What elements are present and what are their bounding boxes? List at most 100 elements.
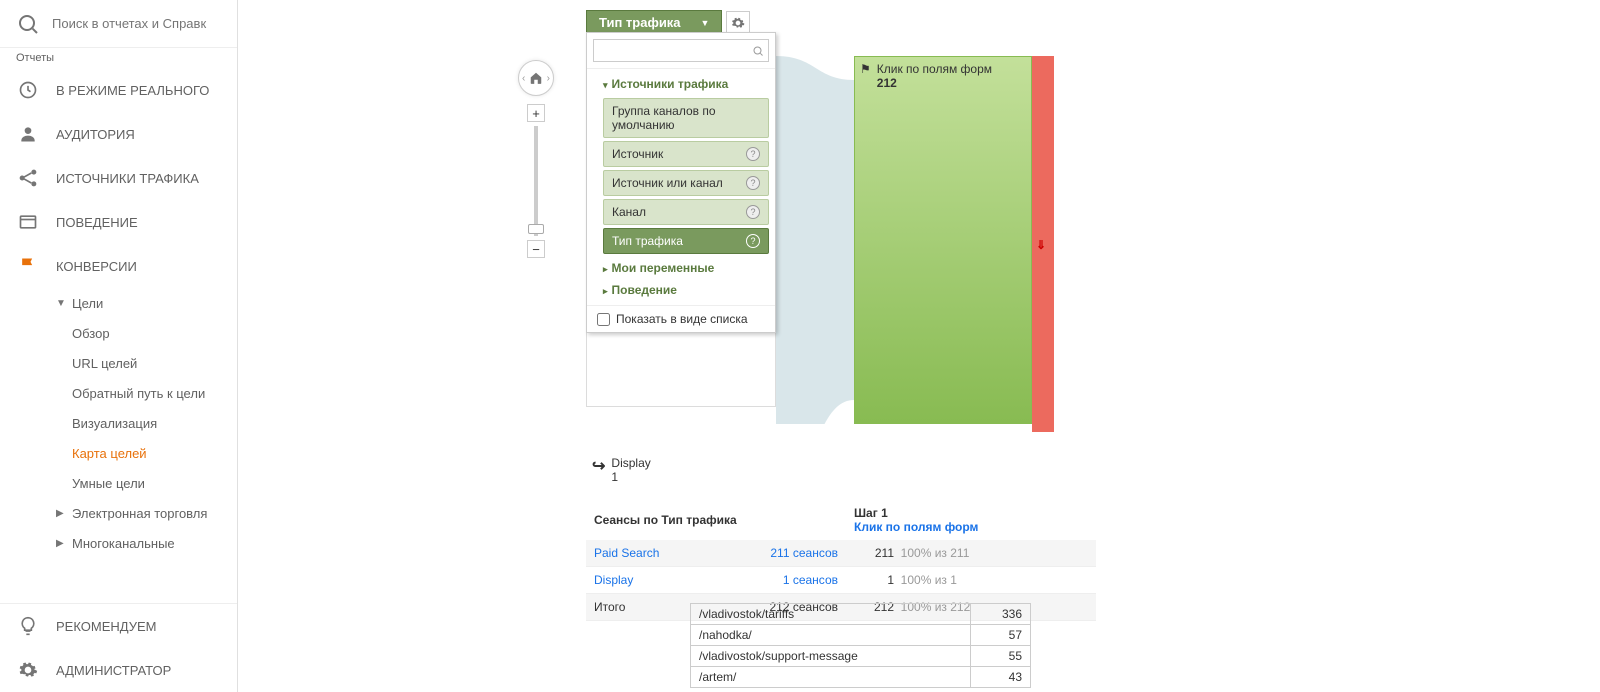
search-bar: [0, 0, 237, 48]
nav-ecommerce[interactable]: ▶ Электронная торговля: [40, 498, 237, 528]
zoom-in-button[interactable]: +: [527, 104, 545, 122]
zoom-slider[interactable]: [534, 126, 538, 236]
reports-section-label: Отчеты: [0, 48, 237, 68]
caret-right-icon: ▶: [56, 538, 70, 549]
nav-multichannel[interactable]: ▶ Многоканальные: [40, 528, 237, 558]
dropdown-search: [587, 33, 775, 69]
zoom-controls: ‹ › + −: [518, 60, 554, 258]
nav-acquisition-label: ИСТОЧНИКИ ТРАФИКА: [56, 171, 199, 186]
visualization-area: Тип трафика ▼ ‹ › + −: [238, 0, 1600, 10]
path-count: 43: [971, 667, 1031, 688]
row-name[interactable]: Display: [594, 573, 633, 587]
nav-conversions[interactable]: КОНВЕРСИИ: [0, 244, 237, 288]
dimension-dropdown-label: Тип трафика: [599, 15, 681, 30]
home-button[interactable]: ‹ ›: [518, 60, 554, 96]
table-row: /vladivostok/tariffs336: [691, 604, 1031, 625]
nav-multichannel-label: Многоканальные: [72, 536, 175, 551]
path-cell: /vladivostok/tariffs: [691, 604, 971, 625]
dropdown-search-input[interactable]: [593, 39, 769, 62]
nav-url-goals[interactable]: URL целей: [40, 348, 237, 378]
path-cell: /artem/: [691, 667, 971, 688]
search-input[interactable]: [52, 16, 221, 31]
nav-realtime[interactable]: В РЕЖИМЕ РЕАЛЬНОГО: [0, 68, 237, 112]
nav-realtime-label: В РЕЖИМЕ РЕАЛЬНОГО: [56, 83, 209, 98]
nav-goal-flow[interactable]: Карта целей: [40, 438, 237, 468]
nav-reverse-path-label: Обратный путь к цели: [72, 386, 205, 401]
nav-admin-label: АДМИНИСТРАТОР: [56, 663, 171, 678]
row-sessions: 1 сеансов: [783, 573, 838, 587]
main-content: Тип трафика ▼ ‹ › + −: [238, 0, 1600, 692]
dropdown-sources-items: Группа каналов по умолчанию Источник? Ис…: [593, 98, 769, 254]
nav-goals[interactable]: ▼ Цели: [40, 288, 237, 318]
dropdown-option-traffic-type[interactable]: Тип трафика?: [603, 228, 769, 254]
dimension-dropdown-panel: Источники трафика Группа каналов по умол…: [586, 32, 776, 333]
dropdown-group-myvars-header[interactable]: Мои переменные: [593, 257, 769, 279]
nav-overview[interactable]: Обзор: [40, 318, 237, 348]
table-row: /nahodka/57: [691, 625, 1031, 646]
funnel-connector: [776, 56, 854, 424]
row-count: 1: [854, 573, 894, 587]
nav-behavior[interactable]: ПОВЕДЕНИЕ: [0, 200, 237, 244]
row-name[interactable]: Paid Search: [594, 546, 659, 560]
person-icon: [16, 124, 40, 144]
display-entry: ↪ Display 1: [592, 456, 651, 484]
header-step1-link[interactable]: Клик по полям форм: [854, 520, 978, 534]
gear-icon: [16, 660, 40, 680]
funnel-step-block[interactable]: [854, 56, 1032, 424]
dropdown-footer: Показать в виде списка: [587, 305, 775, 332]
sidebar-bottom: РЕКОМЕНДУЕМ АДМИНИСТРАТОР ◀: [0, 603, 237, 692]
dropdown-option-source-medium[interactable]: Источник или канал?: [603, 170, 769, 196]
nav-goal-flow-label: Карта целей: [72, 446, 147, 461]
caret-right-icon: ▶: [56, 508, 70, 519]
funnel-step-label: ⚑ Клик по полям форм 212: [860, 62, 992, 90]
zoom-thumb[interactable]: [528, 224, 544, 234]
dropdown-option-default-channel[interactable]: Группа каналов по умолчанию: [603, 98, 769, 138]
nav-smart-goals-label: Умные цели: [72, 476, 145, 491]
nav-audience[interactable]: АУДИТОРИЯ: [0, 112, 237, 156]
behavior-icon: [16, 212, 40, 232]
nav-discover-label: РЕКОМЕНДУЕМ: [56, 619, 156, 634]
sidebar: Отчеты В РЕЖИМЕ РЕАЛЬНОГО АУДИТОРИЯ ИСТО…: [0, 0, 238, 692]
path-cell: /nahodka/: [691, 625, 971, 646]
help-icon[interactable]: ?: [746, 147, 760, 161]
path-count: 57: [971, 625, 1031, 646]
dropdown-group-sources-header[interactable]: Источники трафика: [593, 73, 769, 95]
nav-funnel-viz[interactable]: Визуализация: [40, 408, 237, 438]
nav-discover[interactable]: РЕКОМЕНДУЕМ: [0, 604, 237, 648]
row-name: Итого: [594, 600, 625, 614]
zoom-track: + −: [527, 104, 545, 258]
nav-audience-label: АУДИТОРИЯ: [56, 127, 135, 142]
help-icon[interactable]: ?: [746, 205, 760, 219]
show-as-list-checkbox[interactable]: [597, 313, 610, 326]
clock-icon: [16, 80, 40, 100]
nav-overview-label: Обзор: [72, 326, 110, 341]
dropdown-group-myvars: Мои переменные: [593, 257, 769, 279]
search-icon: [16, 12, 40, 36]
dropdown-group-behavior: Поведение: [593, 279, 769, 301]
nav-conversions-sub: ▼ Цели Обзор URL целей Обратный путь к ц…: [0, 288, 237, 558]
lightbulb-icon: [16, 616, 40, 636]
dropdown-group-sources: Источники трафика Группа каналов по умол…: [593, 73, 769, 254]
nav-acquisition[interactable]: ИСТОЧНИКИ ТРАФИКА: [0, 156, 237, 200]
dimension-settings-button[interactable]: [726, 11, 750, 35]
help-icon[interactable]: ?: [746, 234, 760, 248]
row-pct: 100% из 1: [901, 573, 957, 587]
flag-icon: ⚑: [860, 62, 871, 90]
header-sessions: Сеансы по Тип трафика: [586, 500, 846, 540]
help-icon[interactable]: ?: [746, 176, 760, 190]
table-row: /vladivostok/support-message55: [691, 646, 1031, 667]
dropdown-option-source[interactable]: Источник?: [603, 141, 769, 167]
table-row: Display 1 сеансов 1 100% из 1: [586, 567, 1096, 594]
row-pct: 100% из 211: [901, 546, 970, 560]
nav-reverse-path[interactable]: Обратный путь к цели: [40, 378, 237, 408]
nav-smart-goals[interactable]: Умные цели: [40, 468, 237, 498]
display-entry-label: Display: [611, 456, 650, 470]
arrow-in-icon: ↪: [592, 456, 605, 476]
dropdown-group-behavior-header[interactable]: Поведение: [593, 279, 769, 301]
table-row: /artem/43: [691, 667, 1031, 688]
dropdown-body: Источники трафика Группа каналов по умол…: [587, 69, 775, 305]
nav-admin[interactable]: АДМИНИСТРАТОР: [0, 648, 237, 692]
zoom-out-button[interactable]: −: [527, 240, 545, 258]
display-entry-count: 1: [611, 470, 618, 484]
dropdown-option-medium[interactable]: Канал?: [603, 199, 769, 225]
